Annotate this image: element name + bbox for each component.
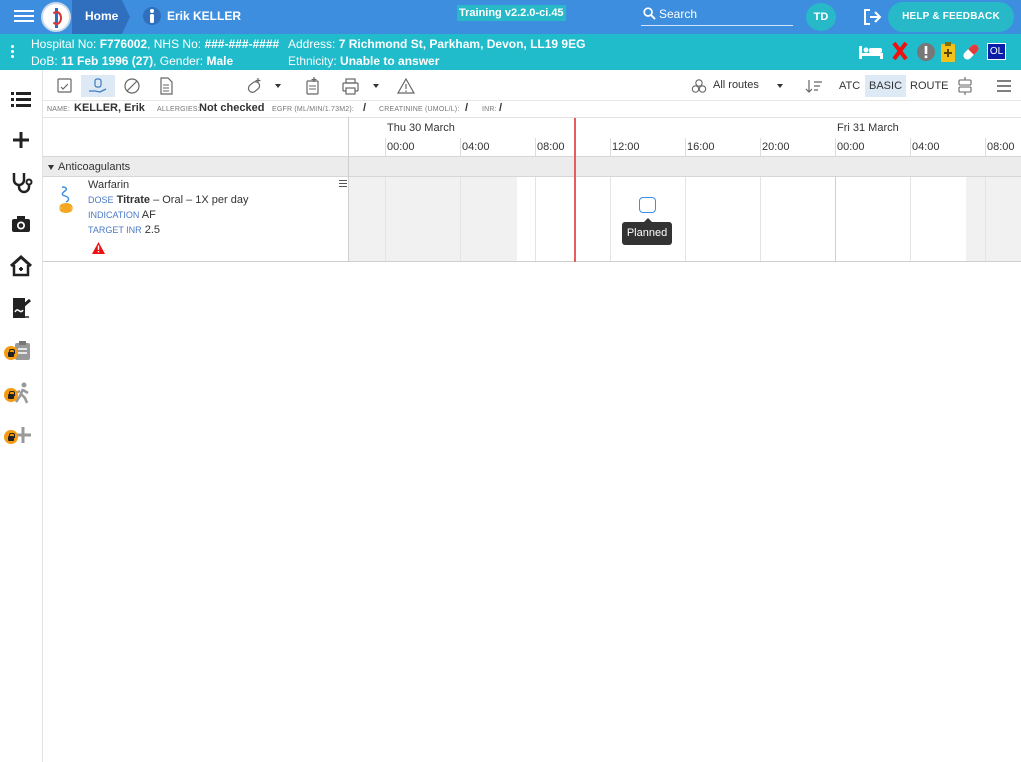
person-icon	[143, 7, 161, 25]
sort-icon[interactable]	[805, 78, 823, 94]
hour-label: 20:00	[762, 141, 790, 153]
route-view-button[interactable]: ROUTE	[906, 75, 953, 97]
day-label: Thu 30 March	[387, 122, 455, 134]
planned-dose-slot[interactable]	[639, 197, 656, 213]
add-medication-icon[interactable]	[237, 75, 271, 97]
home-icon[interactable]	[8, 253, 34, 279]
banner-ethnicity: Ethnicity: Unable to answer	[288, 54, 440, 68]
search-input[interactable]	[659, 5, 789, 23]
routes-filter-select[interactable]: All routes	[713, 79, 759, 91]
document-icon[interactable]	[149, 75, 183, 97]
hour-label: 16:00	[687, 141, 715, 153]
left-nav	[0, 70, 43, 762]
creatinine-value: /	[465, 102, 469, 114]
add-medication-caret-icon[interactable]	[275, 84, 281, 88]
breadcrumb-home-label[interactable]: Home	[85, 9, 118, 23]
cross-x-icon[interactable]	[892, 41, 908, 61]
egfr-label: EGFR (ML/MIN/1.73M2):	[272, 106, 354, 113]
pill-link-icon[interactable]	[115, 75, 149, 97]
current-time-line	[574, 118, 576, 262]
hour-label: 00:00	[837, 141, 865, 153]
medication-target-inr: TARGET INR 2.5	[88, 224, 161, 236]
user-avatar[interactable]: TD	[806, 3, 836, 31]
ol-badge[interactable]: OL	[987, 43, 1006, 60]
add-order-icon[interactable]	[295, 75, 329, 97]
inr-value: /	[499, 102, 503, 114]
hour-label: 08:00	[537, 141, 565, 153]
locked-add-item[interactable]	[4, 422, 34, 448]
logout-icon[interactable]	[862, 8, 882, 26]
chart-toolbar: All routes ATC BASIC ROUTE	[43, 71, 1021, 101]
banner-demographics: DoB: 11 Feb 1996 (27), Gender: Male	[31, 54, 234, 68]
collapse-expand-icon[interactable]	[956, 77, 974, 95]
hour-label: 04:00	[462, 141, 490, 153]
allergies-label: ALLERGIES:	[157, 106, 200, 113]
app-logo-icon[interactable]	[41, 2, 71, 32]
medication-name[interactable]: Warfarin	[88, 179, 129, 191]
lock-icon	[4, 346, 18, 360]
routes-filter-icon[interactable]	[691, 78, 707, 94]
medication-row[interactable]: Warfarin DOSE Titrate – Oral – 1X per da…	[43, 177, 1021, 262]
collapse-caret-icon[interactable]	[48, 165, 54, 170]
patient-banner: Hospital No: F776002, NHS No: ###-###-##…	[0, 34, 1021, 70]
hamburger-menu-icon[interactable]	[14, 7, 34, 27]
search-box[interactable]	[641, 4, 793, 26]
camera-icon[interactable]	[8, 211, 34, 237]
atc-view-button[interactable]: ATC	[835, 75, 864, 97]
basic-view-button[interactable]: BASIC	[865, 75, 907, 97]
stethoscope-icon[interactable]	[8, 169, 34, 195]
timeline-header: Thu 30 March Fri 31 March 00:00 04:00 08…	[43, 117, 1021, 158]
locked-clipboard-item[interactable]	[4, 338, 34, 364]
lock-icon	[4, 430, 18, 444]
medication-dose: DOSE Titrate – Oral – 1X per day	[88, 194, 249, 206]
banner-more-icon[interactable]	[11, 45, 15, 59]
pill-icon[interactable]	[961, 42, 981, 62]
banner-address: Address: 7 Richmond St, Parkham, Devon, …	[288, 37, 586, 51]
breadcrumb-patient[interactable]: Erik KELLER	[167, 9, 241, 23]
night-shade	[349, 177, 385, 261]
group-row-anticoagulants[interactable]: Anticoagulants	[43, 157, 1021, 177]
night-shade	[966, 177, 1021, 261]
print-icon[interactable]	[333, 75, 367, 97]
calendar-check-icon[interactable]	[47, 75, 81, 97]
bed-icon[interactable]	[858, 42, 884, 60]
clipboard-plus-icon[interactable]	[941, 42, 955, 62]
build-badge: Training v2.2.0-ci.45	[457, 5, 566, 21]
egfr-value: /	[363, 102, 367, 114]
hour-label: 12:00	[612, 141, 640, 153]
search-icon	[643, 7, 656, 20]
help-feedback-button[interactable]: HELP & FEEDBACK	[888, 2, 1014, 32]
signature-document-icon[interactable]	[8, 295, 34, 321]
hour-label: 08:00	[987, 141, 1015, 153]
warning-icon[interactable]	[389, 75, 423, 97]
name-label: NAME:	[47, 106, 71, 113]
alert-circle-icon[interactable]	[916, 42, 936, 62]
lock-icon	[4, 388, 18, 402]
warning-triangle-icon[interactable]	[92, 242, 105, 254]
locked-walking-item[interactable]	[4, 380, 34, 406]
routes-caret-icon[interactable]	[777, 84, 783, 88]
print-caret-icon[interactable]	[373, 84, 379, 88]
column-divider	[348, 117, 349, 262]
oral-medication-icon	[59, 186, 73, 213]
name-value: KELLER, Erik	[74, 102, 145, 114]
hour-label: 00:00	[387, 141, 415, 153]
inr-label: INR:	[482, 106, 497, 113]
administer-hand-icon[interactable]	[81, 75, 115, 97]
medication-indication: INDICATION AF	[88, 209, 156, 221]
banner-ids: Hospital No: F776002, NHS No: ###-###-##…	[31, 37, 280, 51]
day-label: Fri 31 March	[837, 122, 899, 134]
top-bar: Home Erik KELLER Training v2.2.0-ci.45 T…	[0, 0, 1021, 34]
group-label: Anticoagulants	[58, 161, 131, 173]
creatinine-label: CREATININE (UMOL/L):	[379, 106, 460, 113]
list-icon[interactable]	[8, 86, 34, 112]
allergies-value[interactable]: Not checked	[199, 102, 264, 114]
patient-info-strip: NAME: KELLER, Erik ALLERGIES: Not checke…	[43, 101, 1021, 117]
more-menu-icon[interactable]	[996, 79, 1012, 93]
night-shade	[385, 177, 517, 261]
slot-tooltip: Planned	[622, 218, 672, 245]
row-menu-icon[interactable]	[339, 180, 347, 187]
hour-label: 04:00	[912, 141, 940, 153]
plus-icon[interactable]	[8, 127, 34, 153]
